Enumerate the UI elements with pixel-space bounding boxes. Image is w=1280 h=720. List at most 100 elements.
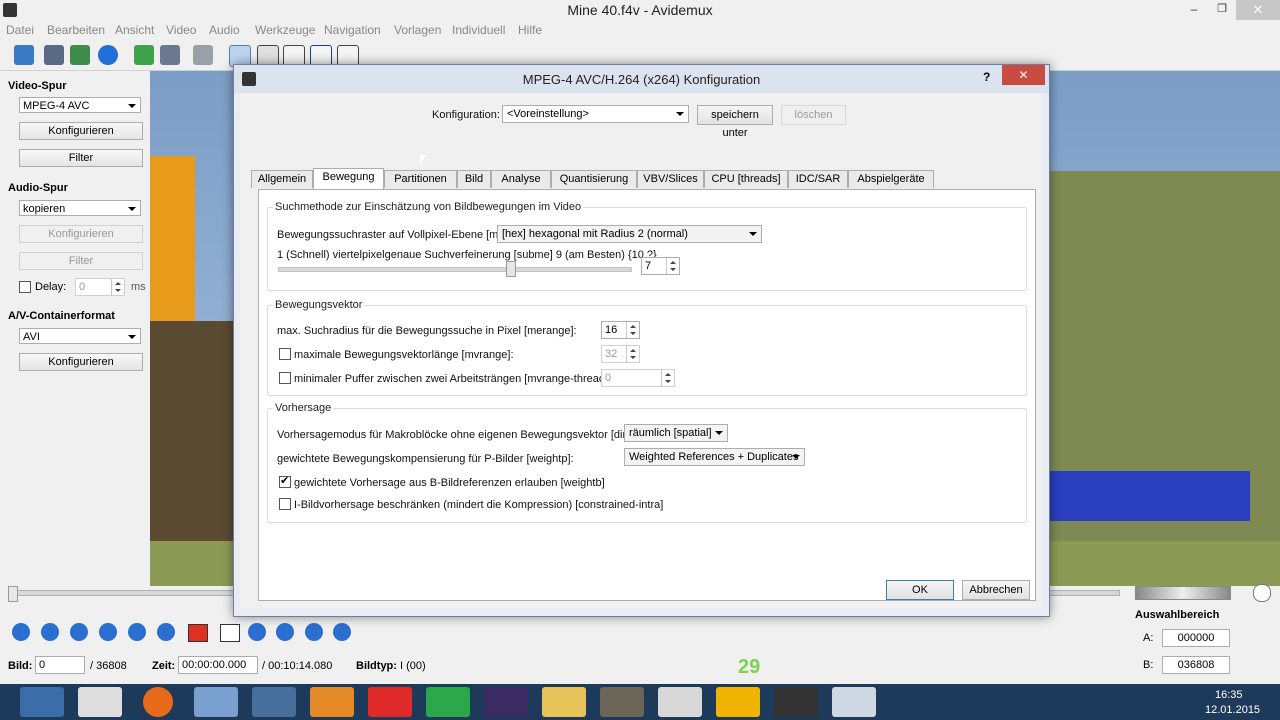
menu-vorlagen[interactable]: Vorlagen bbox=[394, 23, 441, 37]
stop-icon[interactable] bbox=[41, 623, 59, 641]
next-black-icon[interactable] bbox=[333, 623, 351, 641]
save-project-icon[interactable] bbox=[70, 45, 90, 65]
power-app-icon[interactable] bbox=[368, 687, 412, 717]
subme-slider-track[interactable] bbox=[278, 267, 632, 272]
weightb-checkbox[interactable] bbox=[279, 474, 291, 488]
ok-button[interactable]: OK bbox=[886, 580, 954, 600]
spin-arrows-icon[interactable] bbox=[626, 346, 639, 362]
menu-audio[interactable]: Audio bbox=[209, 23, 240, 37]
save-video-icon[interactable] bbox=[160, 45, 180, 65]
marker-a-icon[interactable] bbox=[188, 624, 208, 642]
open-icon[interactable] bbox=[14, 45, 34, 65]
subme-spinbox[interactable]: 7 bbox=[641, 257, 680, 275]
menu-bearbeiten[interactable]: Bearbeiten bbox=[47, 23, 105, 37]
tab-bild[interactable]: Bild bbox=[457, 170, 491, 188]
delay-spinbox[interactable]: 0 bbox=[75, 278, 125, 296]
tab-analyse[interactable]: Analyse bbox=[491, 170, 551, 188]
time-input[interactable]: 00:00:00.000 bbox=[178, 656, 258, 674]
sync-app-icon[interactable] bbox=[426, 687, 470, 717]
menu-individuell[interactable]: Individuell bbox=[452, 23, 505, 37]
tray-icons[interactable] bbox=[1040, 692, 1190, 712]
goto-a-icon[interactable] bbox=[248, 623, 266, 641]
merange-spinbox[interactable]: 16 bbox=[601, 321, 640, 339]
config-preset-select[interactable]: <Voreinstellung> bbox=[502, 105, 689, 123]
menu-ansicht[interactable]: Ansicht bbox=[115, 23, 154, 37]
left-panel: Video-Spur MPEG-4 AVC Konfigurieren Filt… bbox=[0, 71, 150, 586]
weightp-select[interactable]: Weighted References + Duplicates bbox=[624, 448, 805, 466]
delete-button[interactable]: löschen bbox=[781, 105, 846, 125]
tab-quantisierung[interactable]: Quantisierung bbox=[551, 170, 637, 188]
video-configure-button[interactable]: Konfigurieren bbox=[19, 122, 143, 140]
audio-configure-button[interactable]: Konfigurieren bbox=[19, 225, 143, 243]
firefox-app-icon[interactable] bbox=[143, 687, 173, 717]
save-as-button[interactable]: speichern unter bbox=[697, 105, 773, 139]
next-keyframe-icon[interactable] bbox=[157, 623, 175, 641]
marker-b-icon[interactable] bbox=[220, 624, 240, 642]
spin-arrows-icon[interactable] bbox=[666, 258, 679, 274]
video-codec-select[interactable]: MPEG-4 AVC bbox=[19, 97, 141, 113]
tab-partitionen[interactable]: Partitionen bbox=[384, 170, 457, 188]
container-configure-button[interactable]: Konfigurieren bbox=[19, 353, 143, 371]
save-icon[interactable] bbox=[44, 45, 64, 65]
prev-black-icon[interactable] bbox=[305, 623, 323, 641]
menu-video[interactable]: Video bbox=[166, 23, 196, 37]
help-button[interactable]: ? bbox=[983, 70, 990, 84]
tab-allgemein[interactable]: Allgemein bbox=[251, 170, 313, 188]
menu-hilfe[interactable]: Hilfe bbox=[518, 23, 542, 37]
mvrange-thread-spinbox[interactable]: 0 bbox=[601, 369, 675, 387]
tab-abspielgeraete[interactable]: Abspielgeräte bbox=[848, 170, 934, 188]
next-frame-icon[interactable] bbox=[99, 623, 117, 641]
premiere-app-icon[interactable] bbox=[484, 687, 528, 717]
calculator2-app-icon[interactable] bbox=[194, 687, 238, 717]
menu-werkzeuge[interactable]: Werkzeuge bbox=[255, 23, 315, 37]
dialog-close-icon[interactable]: ✕ bbox=[1002, 65, 1045, 85]
mvrange-checkbox[interactable] bbox=[279, 348, 291, 360]
goto-b-icon[interactable] bbox=[276, 623, 294, 641]
minimize-icon[interactable]: – bbox=[1181, 2, 1207, 18]
subme-slider-handle[interactable] bbox=[506, 261, 516, 277]
mvrange-spinbox[interactable]: 32 bbox=[601, 345, 640, 363]
avidemux-app-icon[interactable] bbox=[832, 687, 876, 717]
info-icon[interactable] bbox=[98, 45, 118, 65]
mvrange-thread-checkbox[interactable] bbox=[279, 372, 291, 384]
calculator-icon[interactable] bbox=[134, 45, 154, 65]
delay-checkbox[interactable] bbox=[19, 281, 31, 293]
dialog-titlebar: MPEG-4 AVC/H.264 (x264) Konfiguration ? … bbox=[234, 65, 1049, 93]
play-icon[interactable] bbox=[12, 623, 30, 641]
explorer-app-icon[interactable] bbox=[542, 687, 586, 717]
me-select[interactable]: [hex] hexagonal mit Radius 2 (normal) bbox=[497, 225, 762, 243]
preview-icon[interactable] bbox=[193, 45, 213, 65]
tab-cpu-threads[interactable]: CPU [threads] bbox=[704, 170, 788, 188]
constrained-intra-checkbox[interactable] bbox=[279, 498, 291, 510]
direct-select[interactable]: räumlich [spatial] bbox=[624, 424, 728, 442]
audio-filter-button[interactable]: Filter bbox=[19, 252, 143, 270]
timeline-handle[interactable] bbox=[8, 586, 18, 602]
audio-codec-select[interactable]: kopieren bbox=[19, 200, 141, 216]
video-filter-button[interactable]: Filter bbox=[19, 149, 143, 167]
chrome-app-icon[interactable] bbox=[658, 687, 702, 717]
restore-icon[interactable]: ❐ bbox=[1209, 2, 1235, 18]
obs-app-icon[interactable] bbox=[774, 687, 818, 717]
container-select[interactable]: AVI bbox=[19, 328, 141, 344]
frame-input[interactable]: 0 bbox=[35, 656, 85, 674]
gimp-app-icon[interactable] bbox=[600, 687, 644, 717]
blender-app-icon[interactable] bbox=[310, 687, 354, 717]
menu-datei[interactable]: Datei bbox=[6, 23, 34, 37]
close-icon[interactable]: ✕ bbox=[1236, 0, 1280, 20]
menu-navigation[interactable]: Navigation bbox=[324, 23, 381, 37]
tab-bewegung[interactable]: Bewegung bbox=[313, 168, 384, 189]
tab-vbv-slices[interactable]: VBV/Slices bbox=[637, 170, 704, 188]
spin-arrows-icon[interactable] bbox=[661, 370, 674, 386]
prev-keyframe-icon[interactable] bbox=[128, 623, 146, 641]
calculator-app-icon[interactable] bbox=[20, 687, 64, 717]
spin-arrows-icon[interactable] bbox=[626, 322, 639, 338]
prev-frame-icon[interactable] bbox=[70, 623, 88, 641]
cancel-button[interactable]: Abbrechen bbox=[962, 580, 1030, 600]
tab-idc-sar[interactable]: IDC/SAR bbox=[788, 170, 848, 188]
remote-app-icon[interactable] bbox=[252, 687, 296, 717]
spin-arrows-icon[interactable] bbox=[111, 279, 124, 295]
zoom-icon[interactable] bbox=[1253, 584, 1271, 602]
wiki-app-icon[interactable] bbox=[78, 687, 122, 717]
delay-unit: ms bbox=[131, 281, 146, 293]
audio-app-icon[interactable] bbox=[716, 687, 760, 717]
